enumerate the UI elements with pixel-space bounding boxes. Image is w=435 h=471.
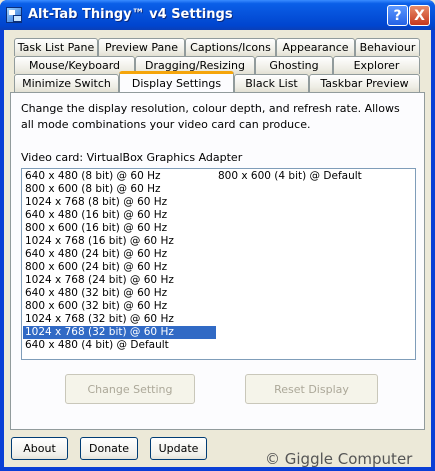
mode-list-column-1: 640 x 480 (8 bit) @ 60 Hz 800 x 600 (8 bi…	[23, 170, 216, 352]
tab-behaviour[interactable]: Behaviour	[355, 38, 420, 56]
display-mode-item[interactable]: 800 x 600 (16 bit) @ 60 Hz	[23, 222, 216, 235]
display-mode-item[interactable]: 800 x 600 (24 bit) @ 60 Hz	[23, 261, 216, 274]
donate-button[interactable]: Donate	[80, 437, 138, 460]
display-mode-item[interactable]: 1024 x 768 (24 bit) @ 60 Hz	[23, 274, 216, 287]
update-button[interactable]: Update	[150, 437, 207, 460]
change-setting-button[interactable]: Change Setting	[65, 374, 195, 404]
display-mode-item[interactable]: 1024 x 768 (32 bit) @ 60 Hz	[23, 326, 216, 339]
close-button[interactable]: X	[409, 5, 430, 26]
tab-mouse-keyboard[interactable]: Mouse/Keyboard	[14, 56, 135, 74]
settings-window: Alt-Tab Thingy™ v4 Settings ? X Task Lis…	[0, 0, 435, 471]
watermark-text: © Giggle Computer	[265, 450, 413, 468]
panel-description: Change the display resolution, colour de…	[21, 102, 400, 131]
title-bar[interactable]: Alt-Tab Thingy™ v4 Settings ? X	[0, 0, 435, 30]
tab-minimize-switch[interactable]: Minimize Switch	[14, 74, 119, 92]
display-mode-item[interactable]: 640 x 480 (32 bit) @ 60 Hz	[23, 287, 216, 300]
tab-display-settings[interactable]: Display Settings	[119, 71, 234, 92]
tab-explorer[interactable]: Explorer	[333, 56, 420, 74]
display-mode-item[interactable]: 800 x 600 (4 bit) @ Default	[216, 170, 409, 183]
display-mode-item[interactable]: 800 x 600 (8 bit) @ 60 Hz	[23, 183, 216, 196]
display-mode-item[interactable]: 640 x 480 (24 bit) @ 60 Hz	[23, 248, 216, 261]
display-mode-item[interactable]: 640 x 480 (8 bit) @ 60 Hz	[23, 170, 216, 183]
tab-taskbar-preview[interactable]: Taskbar Preview	[309, 74, 420, 92]
display-mode-item[interactable]: 640 x 480 (16 bit) @ 60 Hz	[23, 209, 216, 222]
help-button[interactable]: ?	[387, 5, 408, 26]
app-icon	[6, 7, 22, 23]
tab-ghosting[interactable]: Ghosting	[255, 56, 333, 74]
about-button[interactable]: About	[11, 437, 68, 460]
display-mode-list[interactable]: 640 x 480 (8 bit) @ 60 Hz 800 x 600 (8 bi…	[21, 168, 416, 360]
tab-captions-icons[interactable]: Captions/Icons	[185, 38, 276, 56]
display-mode-item[interactable]: 1024 x 768 (16 bit) @ 60 Hz	[23, 235, 216, 248]
display-settings-panel: Change the display resolution, colour de…	[10, 92, 425, 430]
tab-appearance[interactable]: Appearance	[276, 38, 355, 56]
display-mode-item[interactable]: 1024 x 768 (8 bit) @ 60 Hz	[23, 196, 216, 209]
client-area: Task List Pane Preview Pane Captions/Ico…	[4, 30, 431, 468]
tab-black-list[interactable]: Black List	[234, 74, 309, 92]
tab-task-list-pane[interactable]: Task List Pane	[14, 38, 98, 56]
mode-list-column-2: 800 x 600 (4 bit) @ Default	[216, 170, 409, 183]
reset-display-button[interactable]: Reset Display	[245, 374, 378, 404]
tab-preview-pane[interactable]: Preview Pane	[98, 38, 185, 56]
display-mode-item[interactable]: 1024 x 768 (32 bit) @ 60 Hz	[23, 313, 216, 326]
window-title: Alt-Tab Thingy™ v4 Settings	[28, 7, 233, 22]
display-mode-item[interactable]: 640 x 480 (4 bit) @ Default	[23, 339, 216, 352]
video-card-label: Video card: VirtualBox Graphics Adapter	[21, 151, 243, 164]
display-mode-item[interactable]: 800 x 600 (32 bit) @ 60 Hz	[23, 300, 216, 313]
